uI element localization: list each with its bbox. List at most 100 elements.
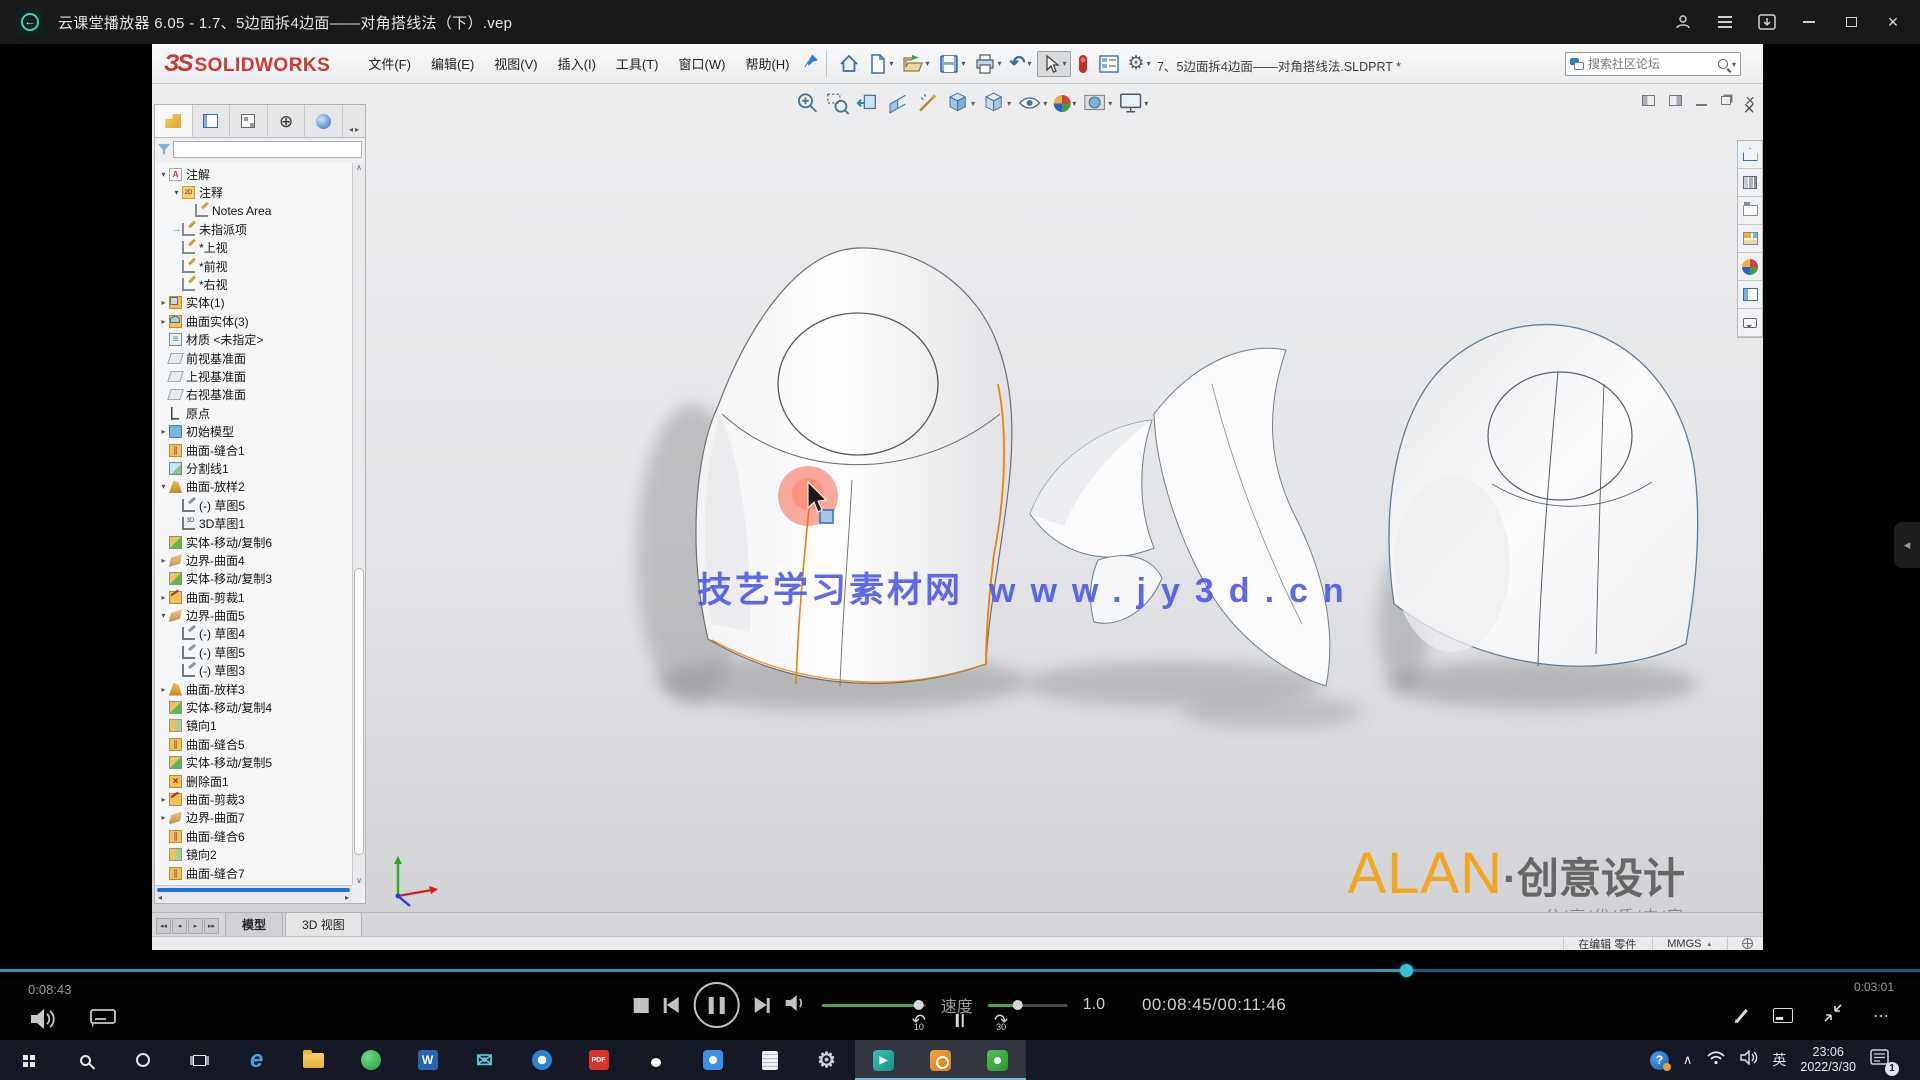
feature-tree-item[interactable]: 3D草图1 [155, 514, 352, 532]
tab-propertymanager[interactable] [193, 105, 231, 137]
playlist-toggle[interactable]: ◂ [1894, 522, 1920, 568]
feature-tree-item[interactable]: 原点 [155, 404, 352, 422]
danmaku-icon[interactable] [90, 1009, 116, 1034]
speed-slider[interactable] [988, 1004, 1068, 1007]
taskbar-qq-app[interactable] [627, 1040, 684, 1080]
taskbar-notepad-app[interactable] [741, 1040, 798, 1080]
close-button[interactable]: × [1876, 6, 1910, 38]
feature-tree-item[interactable]: 实体-移动/复制6 [155, 533, 352, 551]
feature-tree-item[interactable]: ▸ 曲面-放样3 [155, 680, 352, 698]
feature-tree-item[interactable]: 实体-移动/复制4 [155, 698, 352, 716]
taskbar-start-button[interactable] [0, 1040, 57, 1080]
search-input[interactable] [1588, 57, 1714, 71]
feature-tree-item[interactable]: 实体-移动/复制5 [155, 754, 352, 772]
taskbar-edge-browser[interactable]: e [228, 1040, 285, 1080]
tab-dimxpertmanager[interactable]: ⊕ [268, 105, 306, 137]
more-icon[interactable]: ⋯ [1873, 1006, 1890, 1026]
traffic-light-icon[interactable] [1073, 51, 1093, 77]
maximize-button[interactable] [1834, 6, 1868, 38]
view-tab[interactable]: 3D 视图 [285, 912, 362, 936]
feature-tree-item[interactable]: 材质 <未指定> [155, 331, 352, 349]
taskbar-cortana-button[interactable] [114, 1040, 171, 1080]
taskbar-recorder-app[interactable] [969, 1040, 1026, 1080]
expand-arrow-icon[interactable]: ▾ [171, 188, 182, 197]
feature-tree-item[interactable]: 曲面-缝合6 [155, 827, 352, 845]
feature-tree-item[interactable]: ▸ 边界-曲面7 [155, 809, 352, 827]
feature-tree-item[interactable]: 右视基准面 [155, 386, 352, 404]
mini-pause-button[interactable] [956, 1014, 964, 1027]
taskpane-close-icon[interactable]: × [1743, 98, 1755, 121]
pin-icon[interactable] [804, 54, 818, 73]
feature-tree-item[interactable]: → 未指派项 [155, 220, 352, 238]
previous-button[interactable] [664, 997, 679, 1013]
section-view-icon[interactable] [884, 90, 910, 116]
taskbar-capture-app[interactable] [912, 1040, 969, 1080]
tab-scroll-arrows[interactable]: ◂▸ [343, 105, 365, 137]
expand-arrow-icon[interactable]: ▾ [158, 611, 169, 620]
feature-tree-item[interactable]: ▸ 初始模型 [155, 422, 352, 440]
subtitle-icon[interactable] [1773, 1008, 1793, 1023]
tab-nav-buttons[interactable]: ◂◂◂▸▸▸ [156, 918, 219, 934]
taskbar-settings-app[interactable]: ⚙ [798, 1040, 855, 1080]
feature-tree-item[interactable]: 实体-移动/复制3 [155, 570, 352, 588]
shrink-icon[interactable] [1823, 1004, 1843, 1027]
feature-tree-item[interactable]: *右视 [155, 275, 352, 293]
previous-view-icon[interactable] [854, 90, 880, 116]
expand-arrow-icon[interactable]: ▸ [158, 813, 169, 822]
language-indicator[interactable]: 英 [1772, 1050, 1786, 1070]
search-caret-icon[interactable]: ▾ [1732, 60, 1736, 69]
view-palette-icon[interactable] [1738, 225, 1762, 253]
save-icon[interactable]: ▾ [935, 51, 969, 77]
view-tab[interactable]: 模型 [225, 912, 283, 936]
feature-tree-item[interactable]: *前视 [155, 257, 352, 275]
view-settings-icon[interactable]: ▾ [1117, 90, 1149, 116]
properties-icon[interactable] [1095, 52, 1123, 76]
feature-tree-item[interactable]: ▸ 曲面-剪裁3 [155, 790, 352, 808]
graphics-viewport[interactable]: ▾ ▾ ▾ ▾ ▾ ▾ × 技艺学习素材网www.jy3d. [152, 84, 1763, 912]
pane-right-icon[interactable] [1669, 95, 1682, 106]
menu-item[interactable]: 编辑(E) [421, 49, 484, 78]
tab-configurationmanager[interactable] [230, 105, 268, 137]
tab-displaymanager[interactable] [305, 105, 343, 137]
home-icon[interactable] [835, 51, 863, 77]
pane-left-icon[interactable] [1642, 95, 1655, 106]
expand-arrow-icon[interactable]: → [171, 224, 182, 235]
feature-tree-item[interactable]: 镜向2 [155, 845, 352, 863]
new-document-icon[interactable]: ▾ [865, 51, 897, 77]
zoom-fit-icon[interactable] [794, 90, 820, 116]
feature-tree-item[interactable]: 曲面-缝合1 [155, 441, 352, 459]
feature-tree-item[interactable]: (-) 草图3 [155, 662, 352, 680]
doc-restore-ic[interactable] [1721, 96, 1731, 105]
feature-tree-item[interactable]: 删除面1 [155, 772, 352, 790]
menu-item[interactable]: 窗口(W) [669, 49, 736, 78]
action-center-icon[interactable]: 1 [1870, 1049, 1892, 1072]
search-box[interactable]: ▾ [1565, 52, 1741, 76]
expand-arrow-icon[interactable]: ▸ [158, 298, 169, 307]
next-button[interactable] [755, 997, 770, 1013]
expand-arrow-icon[interactable]: ▸ [158, 593, 169, 602]
custom-properties-icon[interactable] [1738, 281, 1762, 309]
expand-arrow-icon[interactable]: ▾ [158, 170, 169, 179]
appearances-icon[interactable] [1738, 253, 1762, 281]
annotate-icon[interactable] [1735, 1008, 1748, 1022]
expand-arrow-icon[interactable]: ▾ [158, 482, 169, 491]
select-icon[interactable]: ▾ [1037, 51, 1071, 77]
apply-scene-icon[interactable]: ▾ [1081, 90, 1113, 116]
scrollbar-thumb[interactable] [354, 568, 364, 855]
filter-input[interactable] [173, 141, 362, 158]
feature-tree-item[interactable]: Notes Area [155, 202, 352, 220]
print-icon[interactable]: ▾ [971, 51, 1005, 77]
feature-tree-item[interactable]: ▾ 曲面-放样2 [155, 478, 352, 496]
stop-button[interactable] [634, 998, 649, 1013]
menu-item[interactable]: 帮助(H) [735, 49, 799, 78]
taskbar-player-app[interactable]: ▶ [855, 1040, 912, 1080]
forum-icon[interactable] [1738, 309, 1762, 337]
doc-minimize-icon[interactable] [1696, 104, 1707, 106]
feature-tree-item[interactable]: ▸ 曲面实体(3) [155, 312, 352, 330]
hidden-icons-chevron[interactable]: ∧ [1683, 1052, 1693, 1068]
status-units[interactable]: MMGS [1667, 938, 1701, 950]
volume-slider[interactable] [822, 1004, 926, 1007]
taskbar-mail-app[interactable]: ✉ [456, 1040, 513, 1080]
wifi-icon[interactable] [1706, 1050, 1726, 1070]
taskbar-file-explorer[interactable] [285, 1040, 342, 1080]
